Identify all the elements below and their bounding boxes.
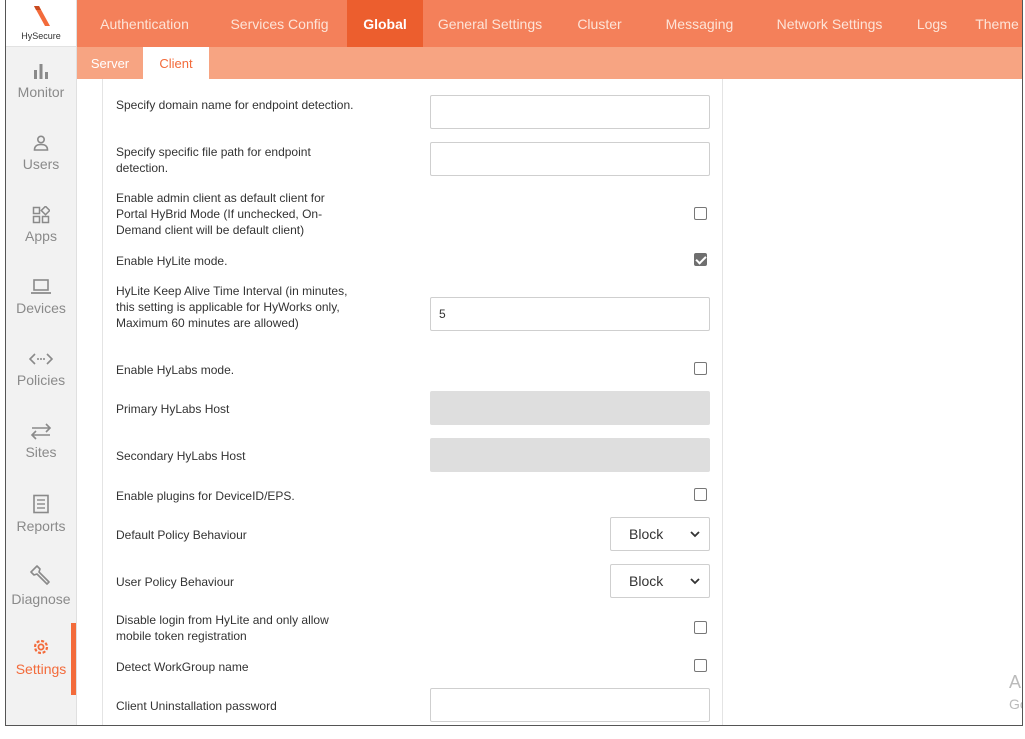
wrench-icon — [30, 565, 50, 585]
tab-logs[interactable]: Logs — [902, 0, 962, 47]
sidebar-item-label: Users — [22, 156, 60, 172]
tab-services-config[interactable]: Services Config — [212, 0, 347, 47]
sidebar-item-devices[interactable]: Devices — [6, 278, 76, 350]
sidebar-item-label: Devices — [16, 300, 66, 316]
default-policy-value: Block — [629, 526, 664, 542]
activation-watermark-line1: A — [1009, 672, 1022, 692]
sidebar-item-sites[interactable]: Sites — [6, 422, 76, 494]
tab-messaging[interactable]: Messaging — [642, 0, 757, 47]
tab-theme[interactable]: Theme — [962, 0, 1022, 47]
workgroup-checkbox[interactable] — [694, 659, 707, 672]
plugins-checkbox[interactable] — [694, 488, 707, 501]
disable-login-label: Disable login from HyLite and only allow… — [116, 613, 329, 643]
sidebar-item-label: Policies — [16, 372, 66, 388]
filepath-input[interactable] — [430, 142, 710, 176]
user-icon — [33, 135, 49, 151]
sidebar-item-diagnose[interactable]: Diagnose — [6, 565, 76, 637]
app-window: HySecure Monitor Users Apps Devices Poli… — [5, 0, 1023, 726]
sidebar-item-label: Monitor — [17, 84, 65, 100]
subtab-client[interactable]: Client — [143, 47, 209, 79]
client-settings-form: Specify domain name for endpoint detecti… — [102, 79, 723, 725]
logo[interactable]: HySecure — [6, 0, 76, 47]
document-icon — [33, 494, 49, 514]
primary-host-label: Primary HyLabs Host — [116, 402, 230, 416]
sidebar-item-reports[interactable]: Reports — [6, 494, 76, 566]
subtab-server[interactable]: Server — [77, 47, 143, 79]
chevron-down-icon — [690, 531, 700, 538]
sidebar-item-policies[interactable]: Policies — [6, 350, 76, 422]
sidebar-item-users[interactable]: Users — [6, 134, 76, 206]
swap-arrows-icon — [30, 423, 52, 440]
sub-tab-bar: Server Client — [77, 47, 1022, 79]
sidebar: HySecure Monitor Users Apps Devices Poli… — [6, 0, 77, 725]
secondary-host-label: Secondary HyLabs Host — [116, 449, 246, 463]
tab-general-settings[interactable]: General Settings — [423, 0, 557, 47]
tab-network-settings[interactable]: Network Settings — [757, 0, 902, 47]
laptop-icon — [31, 279, 51, 294]
code-arrows-icon — [29, 353, 53, 365]
user-policy-label: User Policy Behaviour — [116, 575, 235, 589]
default-policy-select[interactable]: Block — [610, 517, 710, 551]
default-policy-label: Default Policy Behaviour — [116, 528, 247, 542]
user-policy-select[interactable]: Block — [610, 564, 710, 598]
bar-chart-icon — [34, 64, 48, 79]
tab-cluster[interactable]: Cluster — [557, 0, 642, 47]
filepath-label: Specify specific file path for endpoint … — [116, 145, 311, 175]
sidebar-item-settings[interactable]: Settings — [6, 637, 76, 709]
hylite-mode-checkbox[interactable] — [694, 253, 707, 266]
workgroup-label: Detect WorkGroup name — [116, 660, 249, 674]
logo-text: HySecure — [21, 31, 61, 41]
tab-global[interactable]: Global — [347, 0, 423, 47]
hylabs-mode-label: Enable HyLabs mode. — [116, 363, 235, 377]
keepalive-input[interactable]: 5 — [430, 297, 710, 331]
top-tab-bar: Authentication Services Config Global Ge… — [77, 0, 1022, 47]
apps-icon — [32, 206, 50, 224]
sidebar-item-apps[interactable]: Apps — [6, 206, 76, 278]
uninstall-password-label: Client Uninstallation password — [116, 699, 277, 713]
sidebar-item-label: Settings — [15, 661, 67, 677]
activation-watermark-line2: Go — [1009, 696, 1022, 712]
sidebar-item-label: Diagnose — [11, 591, 71, 607]
sidebar-item-label: Reports — [16, 518, 66, 534]
hylite-mode-label: Enable HyLite mode. — [116, 254, 228, 268]
tab-authentication[interactable]: Authentication — [77, 0, 212, 47]
hylabs-mode-checkbox[interactable] — [694, 362, 707, 375]
admin-client-label: Enable admin client as default client fo… — [116, 191, 325, 237]
uninstall-password-input[interactable] — [430, 688, 710, 722]
chevron-down-icon — [690, 578, 700, 585]
secondary-host-input[interactable] — [430, 438, 710, 472]
primary-host-input[interactable] — [430, 391, 710, 425]
disable-login-checkbox[interactable] — [694, 621, 707, 634]
domain-label: Specify domain name for endpoint detecti… — [116, 98, 354, 112]
active-indicator — [71, 623, 76, 695]
user-policy-value: Block — [629, 573, 664, 589]
sidebar-item-monitor[interactable]: Monitor — [6, 62, 76, 134]
domain-input[interactable] — [430, 95, 710, 129]
plugins-label: Enable plugins for DeviceID/EPS. — [116, 489, 295, 503]
sidebar-item-label: Sites — [25, 444, 57, 460]
admin-client-checkbox[interactable] — [694, 207, 707, 220]
hysecure-logo-icon — [34, 6, 50, 26]
keepalive-label: HyLite Keep Alive Time Interval (in minu… — [116, 284, 348, 330]
gear-icon — [33, 639, 49, 655]
sidebar-item-label: Apps — [25, 228, 57, 244]
